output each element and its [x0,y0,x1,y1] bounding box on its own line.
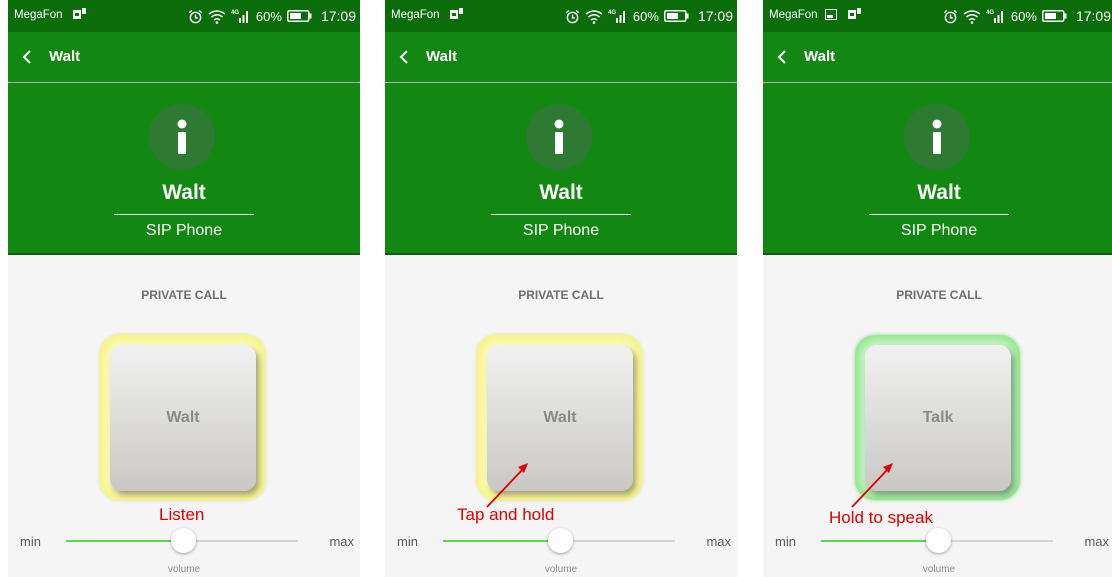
section-label: PRIVATE CALL [518,288,604,302]
name-divider [491,214,631,215]
contact-name: Walt [539,181,583,204]
push-to-talk-button[interactable]: Talk [865,345,1011,491]
phone-screen-tap-and-hold: MegaFon 4G 60% 17:09 Walt Walt SIP Phone… [385,0,737,577]
volume-label: volume [922,564,956,575]
picture-icon [825,9,837,20]
clock: 17:09 [697,8,733,24]
name-divider [114,214,254,215]
battery-percent: 60% [1010,8,1037,24]
section-label: PRIVATE CALL [896,288,982,302]
contact-name: Walt [162,181,206,204]
phone-screen-listen: MegaFon 4G 60% 17:09 Walt Walt SIP Phone… [8,0,360,577]
info-button[interactable] [526,104,592,170]
sim-card-icon [848,8,861,19]
contact-header: Walt SIP Phone [385,83,737,255]
contact-header: Walt SIP Phone [763,83,1112,255]
volume-slider-thumb[interactable] [926,528,951,553]
volume-max-label: max [1084,534,1109,549]
info-icon [554,119,564,154]
volume-slider-thumb[interactable] [548,528,573,553]
annotation-text: Tap and hold [457,505,555,524]
wifi-icon [585,9,603,24]
volume-min-label: min [397,534,418,549]
wifi-icon [963,9,981,24]
volume-slider-fill [821,540,938,542]
status-icons: 4G 60% 17:09 [188,7,356,25]
info-icon [177,119,187,154]
annotation-text: Listen [159,505,205,524]
signal-icon: 4G [608,10,625,23]
battery-icon [286,10,312,22]
clock: 17:09 [320,8,356,24]
status-icons: 4G 60% 17:09 [565,7,733,25]
carrier-name: MegaFon [391,9,440,21]
status-bar: MegaFon 4G 60% 17:09 [8,0,360,32]
app-bar: Walt [763,32,1112,82]
carrier-name: MegaFon [769,9,818,21]
section-label: PRIVATE CALL [141,288,227,302]
alarm-icon [565,9,580,23]
appbar-title: Walt [426,48,458,65]
status-bar: MegaFon 4G 60% 17:09 [385,0,737,32]
wifi-icon [208,9,226,24]
volume-max-label: max [706,534,731,549]
battery-percent: 60% [632,8,659,24]
volume-min-label: min [20,534,41,549]
volume-label: volume [167,564,201,575]
battery-percent: 60% [255,8,282,24]
battery-icon [1041,10,1067,22]
clock: 17:09 [1075,8,1111,24]
back-arrow-icon[interactable] [22,49,32,65]
alarm-icon [188,9,203,23]
status-bar: MegaFon 4G 60% 17:09 [763,0,1112,32]
info-button[interactable] [149,104,215,170]
sim-card-icon [450,8,463,19]
contact-type: SIP Phone [145,222,223,239]
contact-header: Walt SIP Phone [8,83,360,255]
sim-card-icon [73,8,86,19]
signal-icon: 4G [986,10,1003,23]
volume-label: volume [544,564,578,575]
volume-slider-thumb[interactable] [171,528,196,553]
app-bar: Walt [385,32,737,82]
push-to-talk-button[interactable]: Walt [110,345,256,491]
info-icon [932,119,942,154]
svg-text:4G: 4G [986,10,994,16]
signal-icon: 4G [231,10,248,23]
back-arrow-icon[interactable] [777,49,787,65]
svg-text:4G: 4G [231,10,239,16]
alarm-icon [943,9,958,23]
contact-name: Walt [917,181,961,204]
contact-type: SIP Phone [522,222,600,239]
carrier-name: MegaFon [14,9,63,21]
volume-max-label: max [329,534,354,549]
back-arrow-icon[interactable] [399,49,409,65]
push-to-talk-button[interactable]: Walt [487,345,633,491]
appbar-title: Walt [804,48,836,65]
volume-slider-fill [66,540,183,542]
name-divider [869,214,1009,215]
phone-screen-talk: MegaFon 4G 60% 17:09 Walt Walt SIP Phone… [763,0,1112,577]
appbar-title: Walt [49,48,81,65]
status-icons: 4G 60% 17:09 [943,7,1111,25]
volume-slider-fill [443,540,560,542]
info-button[interactable] [904,104,970,170]
svg-text:4G: 4G [608,10,616,16]
app-bar: Walt [8,32,360,82]
contact-type: SIP Phone [900,222,978,239]
battery-icon [663,10,689,22]
volume-min-label: min [775,534,796,549]
annotation-text: Hold to speak [829,508,933,527]
